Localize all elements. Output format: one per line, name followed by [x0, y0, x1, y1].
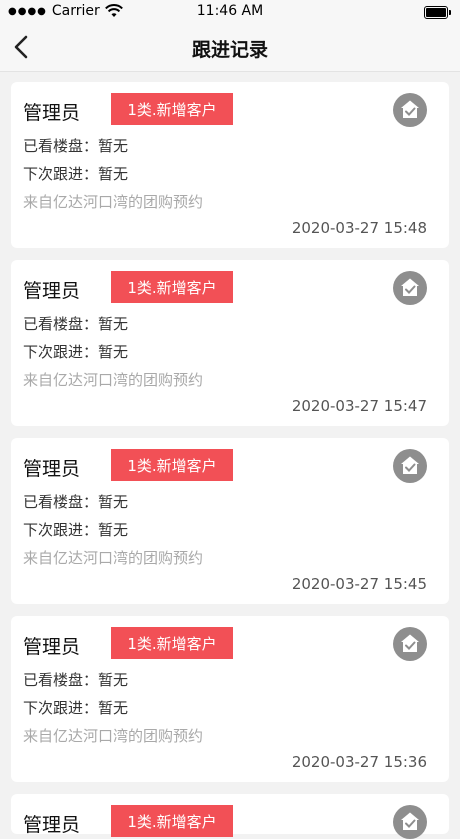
battery-icon [424, 6, 451, 19]
customer-tag: 1类.新增客户 [111, 93, 233, 125]
record-card[interactable]: 管理员 1类.新增客户 已看楼盘：暂无 下次跟进：暂无 来自亿达河口湾的团购预约… [11, 438, 449, 604]
record-source: 来自亿达河口湾的团购预约 [23, 193, 204, 211]
next-follow-up: 下次跟进：暂无 [23, 343, 129, 361]
navigation-bar: 跟进记录 [0, 24, 460, 72]
record-name: 管理员 [23, 814, 81, 836]
status-time: 11:46 AM [196, 3, 264, 19]
next-follow-up: 下次跟进：暂无 [23, 699, 129, 717]
record-source: 来自亿达河口湾的团购预约 [23, 549, 204, 567]
record-card[interactable]: 管理员 1类.新增客户 [11, 794, 449, 839]
house-check-icon[interactable] [393, 449, 427, 483]
record-card[interactable]: 管理员 1类.新增客户 已看楼盘：暂无 下次跟进：暂无 来自亿达河口湾的团购预约… [11, 260, 449, 426]
record-card[interactable]: 管理员 1类.新增客户 已看楼盘：暂无 下次跟进：暂无 来自亿达河口湾的团购预约… [11, 82, 449, 248]
viewed-property: 已看楼盘：暂无 [23, 315, 129, 333]
record-name: 管理员 [23, 458, 81, 480]
viewed-property: 已看楼盘：暂无 [23, 671, 129, 689]
record-time: 2020-03-27 15:36 [291, 753, 427, 771]
house-check-icon[interactable] [393, 93, 427, 127]
house-check-icon[interactable] [393, 271, 427, 305]
customer-tag: 1类.新增客户 [111, 271, 233, 303]
record-time: 2020-03-27 15:47 [291, 397, 427, 415]
record-time: 2020-03-27 15:48 [291, 219, 427, 237]
record-card[interactable]: 管理员 1类.新增客户 已看楼盘：暂无 下次跟进：暂无 来自亿达河口湾的团购预约… [11, 616, 449, 782]
customer-tag: 1类.新增客户 [111, 805, 233, 837]
status-bar: ●●●● Carrier 11:46 AM [0, 0, 460, 24]
customer-tag: 1类.新增客户 [111, 627, 233, 659]
viewed-property: 已看楼盘：暂无 [23, 493, 129, 511]
record-source: 来自亿达河口湾的团购预约 [23, 371, 204, 389]
house-check-icon[interactable] [393, 805, 427, 839]
record-time: 2020-03-27 15:45 [291, 575, 427, 593]
record-source: 来自亿达河口湾的团购预约 [23, 727, 204, 745]
record-name: 管理员 [23, 102, 81, 124]
house-check-icon[interactable] [393, 627, 427, 661]
next-follow-up: 下次跟进：暂无 [23, 521, 129, 539]
page-title: 跟进记录 [191, 39, 268, 61]
record-name: 管理员 [23, 636, 81, 658]
next-follow-up: 下次跟进：暂无 [23, 165, 129, 183]
customer-tag: 1类.新增客户 [111, 449, 233, 481]
record-name: 管理员 [23, 280, 81, 302]
viewed-property: 已看楼盘：暂无 [23, 137, 129, 155]
